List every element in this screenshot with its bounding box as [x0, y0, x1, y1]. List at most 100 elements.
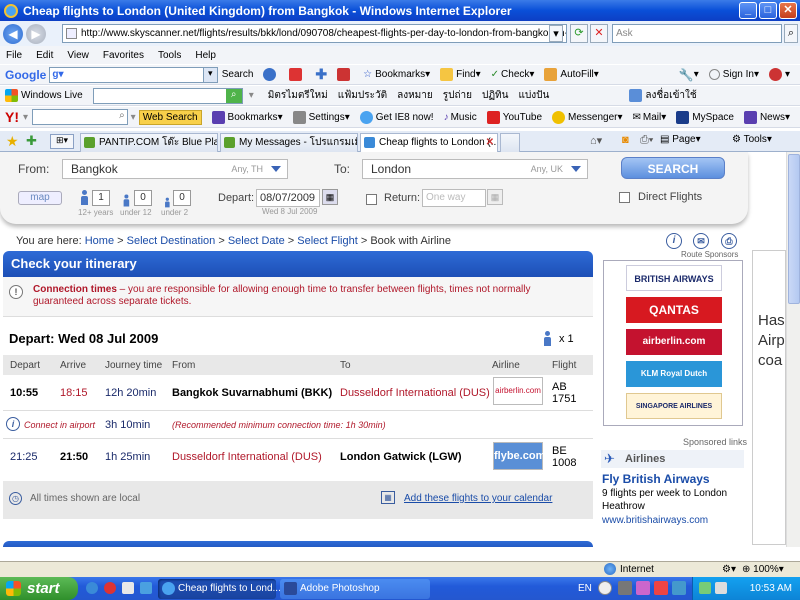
google-autofill-button[interactable]: AutoFill ▾ [544, 68, 599, 81]
scrollbar-thumb[interactable] [788, 154, 800, 304]
breadcrumb-select-date[interactable]: Select Date [228, 235, 285, 247]
favorites-star-icon[interactable]: ★ [6, 133, 19, 150]
windows-live-search-input[interactable]: ⌕ [92, 87, 243, 104]
quicklaunch-media-icon[interactable] [140, 582, 152, 594]
quick-tabs-icon[interactable]: ⊞▾ [50, 134, 74, 149]
wl-link-4[interactable]: ปฏิทิน [482, 88, 509, 103]
feeds-icon[interactable]: ◙ [622, 134, 629, 146]
tray-app-icon-2[interactable] [636, 581, 650, 595]
wrench-icon[interactable]: 🔧 ▾ [679, 68, 699, 82]
add-favorites-icon[interactable]: ✚ [26, 133, 37, 149]
right-banner-ad[interactable]: Has Airp coa [752, 250, 786, 545]
ad-title-link[interactable]: Fly British Airways [602, 472, 710, 486]
print-icon[interactable]: ⎙▾ [640, 134, 653, 147]
wl-link-2[interactable]: ลงหมาย [397, 88, 433, 103]
tray-app-icon-1[interactable] [618, 581, 632, 595]
sponsor-qantas[interactable]: QANTAS [626, 297, 722, 323]
menu-help[interactable]: Help [195, 50, 216, 61]
google-plus-icon[interactable] [289, 68, 305, 81]
tools-menu[interactable]: ⚙ Tools▾ [732, 134, 772, 145]
return-calendar-icon[interactable]: ▦ [487, 189, 503, 205]
map-button[interactable]: map [18, 191, 62, 205]
home-icon[interactable]: ⌂▾ [590, 134, 602, 147]
breadcrumb-select-flight[interactable]: Select Flight [297, 235, 358, 247]
search-input[interactable]: Ask [612, 24, 782, 43]
sponsor-singapore-airlines[interactable]: SINGAPORE AIRLINES [626, 393, 722, 419]
tray-help-icon[interactable] [598, 581, 612, 595]
new-tab-button[interactable] [500, 133, 520, 152]
google-tools-icon[interactable] [263, 68, 279, 81]
tray-network-icon[interactable] [699, 582, 711, 594]
wl-link-3[interactable]: รูปถ่าย [443, 88, 472, 103]
infants-field[interactable]: 0 [173, 190, 191, 206]
to-select[interactable]: London Any, UK [362, 159, 588, 179]
quicklaunch-app-icon[interactable] [104, 582, 116, 594]
yahoo-messenger-button[interactable]: Messenger ▾ [552, 110, 623, 124]
quicklaunch-ie-icon[interactable] [86, 582, 98, 594]
email-icon[interactable]: ✉ [693, 233, 709, 249]
yahoo-news-button[interactable]: News ▾ [743, 110, 790, 124]
yahoo-mail-button[interactable]: ✉ Mail ▾ [633, 112, 667, 123]
start-button[interactable]: start [0, 577, 78, 600]
google-find-button[interactable]: Find ▾ [440, 68, 481, 81]
stop-icon[interactable]: ✕ [590, 24, 608, 43]
google-check-button[interactable]: ✓ Check ▾ [491, 69, 535, 80]
tab-pantip[interactable]: PANTIP.COM โต๊ะ Blue Planet... [80, 133, 218, 152]
menu-file[interactable]: File [6, 50, 22, 61]
yahoo-getie8-button[interactable]: Get IE8 now! [359, 110, 434, 124]
print-page-icon[interactable]: ⎙ [721, 233, 737, 249]
yahoo-web-search-button[interactable]: Web Search [138, 109, 202, 125]
maximize-button[interactable]: □ [759, 2, 777, 19]
task-photoshop[interactable]: Adobe Photoshop [280, 579, 430, 599]
search-button[interactable]: SEARCH [621, 157, 725, 179]
add-to-calendar-link[interactable]: Add these flights to your calendar [404, 493, 552, 504]
adults-field[interactable]: 1 [92, 190, 110, 206]
yahoo-myspace-button[interactable]: MySpace [676, 110, 734, 124]
yahoo-search-input[interactable]: ⌕ [32, 109, 128, 125]
forward-button[interactable]: ▶ [26, 23, 46, 44]
return-date-field[interactable]: One way [422, 189, 486, 207]
ad-url[interactable]: www.britishairways.com [602, 515, 708, 526]
task-ie[interactable]: Cheap flights to Lond... [158, 579, 281, 599]
tray-app-icon-3[interactable] [654, 581, 668, 595]
live-search-go-icon[interactable]: ⌕ [225, 88, 242, 103]
page-menu[interactable]: ▤ Page▾ [660, 134, 701, 145]
yahoo-settings-button[interactable]: Settings ▾ [292, 110, 350, 124]
from-select[interactable]: Bangkok Any, TH [62, 159, 288, 179]
return-checkbox[interactable] [366, 194, 377, 205]
info-icon[interactable]: i [666, 233, 682, 249]
google-bookmarks-button[interactable]: ☆ Bookmarks ▾ [363, 69, 430, 80]
breadcrumb-home[interactable]: Home [85, 235, 114, 247]
depart-calendar-icon[interactable]: ▦ [322, 189, 338, 205]
windows-live-button[interactable]: Windows Live [5, 89, 83, 102]
refresh-icon[interactable]: ⟳ [570, 24, 588, 43]
sponsor-british-airways[interactable]: BRITISH AIRWAYS [626, 265, 722, 291]
minimize-button[interactable]: _ [739, 2, 757, 19]
tray-volume-icon[interactable] [715, 582, 727, 594]
quicklaunch-desktop-icon[interactable] [122, 582, 134, 594]
children-field[interactable]: 0 [134, 190, 152, 206]
close-tab-icon[interactable]: ✕ [486, 134, 494, 151]
tab-my-messages[interactable]: My Messages - โปรแกรมเมื่อส... [220, 133, 358, 152]
google-add-icon[interactable]: ✚ [315, 66, 327, 83]
menu-favorites[interactable]: Favorites [103, 50, 144, 61]
menu-edit[interactable]: Edit [36, 50, 53, 61]
wl-link-1[interactable]: แฟ้มประวัติ [338, 88, 387, 103]
language-indicator[interactable]: EN [578, 583, 592, 594]
sponsor-airberlin[interactable]: airberlin.com [626, 329, 722, 355]
close-button[interactable]: ✕ [779, 2, 797, 19]
tab-skyscanner[interactable]: Cheap flights to London (... ✕ [360, 133, 498, 153]
depart-date-field[interactable]: 08/07/2009 [256, 189, 320, 207]
protected-mode-icon[interactable]: ⚙▾ [722, 563, 736, 577]
wl-signin-button[interactable]: ลงชื่อเข้าใช้ [629, 88, 697, 103]
menu-view[interactable]: View [67, 50, 89, 61]
back-button[interactable]: ◀ [3, 23, 23, 44]
tray-app-icon-4[interactable] [672, 581, 686, 595]
wl-link-0[interactable]: มิตรไมตรีใหม่ [268, 88, 328, 103]
google-search-input[interactable]: g▾ ▾ [49, 66, 218, 83]
breadcrumb-select-destination[interactable]: Select Destination [127, 235, 216, 247]
address-dropdown-button[interactable]: ▾ [549, 25, 563, 42]
google-search-button[interactable]: Search [222, 69, 254, 80]
popup-blocker-icon[interactable] [337, 68, 353, 81]
direct-flights-checkbox[interactable] [619, 192, 630, 203]
